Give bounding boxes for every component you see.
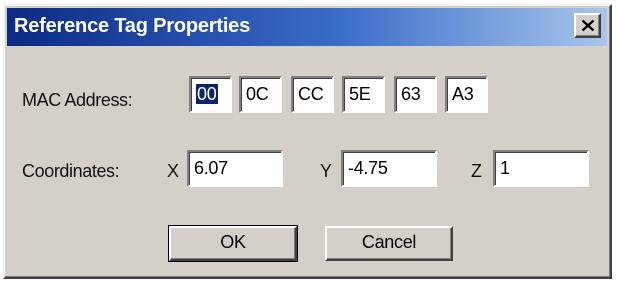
mac-octet-2-field[interactable]: 0C — [239, 76, 282, 113]
mac-octet-1-field[interactable]: 00 — [189, 76, 232, 113]
window-title: Reference Tag Properties — [14, 15, 251, 37]
mac-octet-4-field[interactable]: 5E — [342, 76, 385, 113]
ok-button[interactable]: OK — [168, 225, 298, 262]
mac-octet-6-field[interactable]: A3 — [445, 76, 488, 113]
z-coordinate-field[interactable]: 1 — [493, 150, 589, 187]
mac-octet-5-field[interactable]: 63 — [394, 76, 437, 113]
title-bar[interactable]: Reference Tag Properties — [7, 8, 607, 46]
y-label: Y — [320, 161, 332, 181]
mac-octet-3-field[interactable]: CC — [291, 76, 334, 113]
close-button[interactable] — [574, 13, 601, 38]
coordinates-label: Coordinates: — [22, 161, 120, 181]
x-coordinate-field[interactable]: 6.07 — [187, 150, 283, 187]
close-icon — [581, 19, 595, 32]
reference-tag-properties-dialog: Reference Tag Properties MAC Address: 00… — [3, 4, 612, 279]
z-label: Z — [471, 161, 482, 181]
mac-octet-1-value: 00 — [196, 84, 219, 104]
mac-address-label: MAC Address: — [22, 90, 133, 110]
y-coordinate-field[interactable]: -4.75 — [341, 150, 437, 187]
cancel-button[interactable]: Cancel — [325, 226, 453, 261]
x-label: X — [167, 161, 179, 181]
